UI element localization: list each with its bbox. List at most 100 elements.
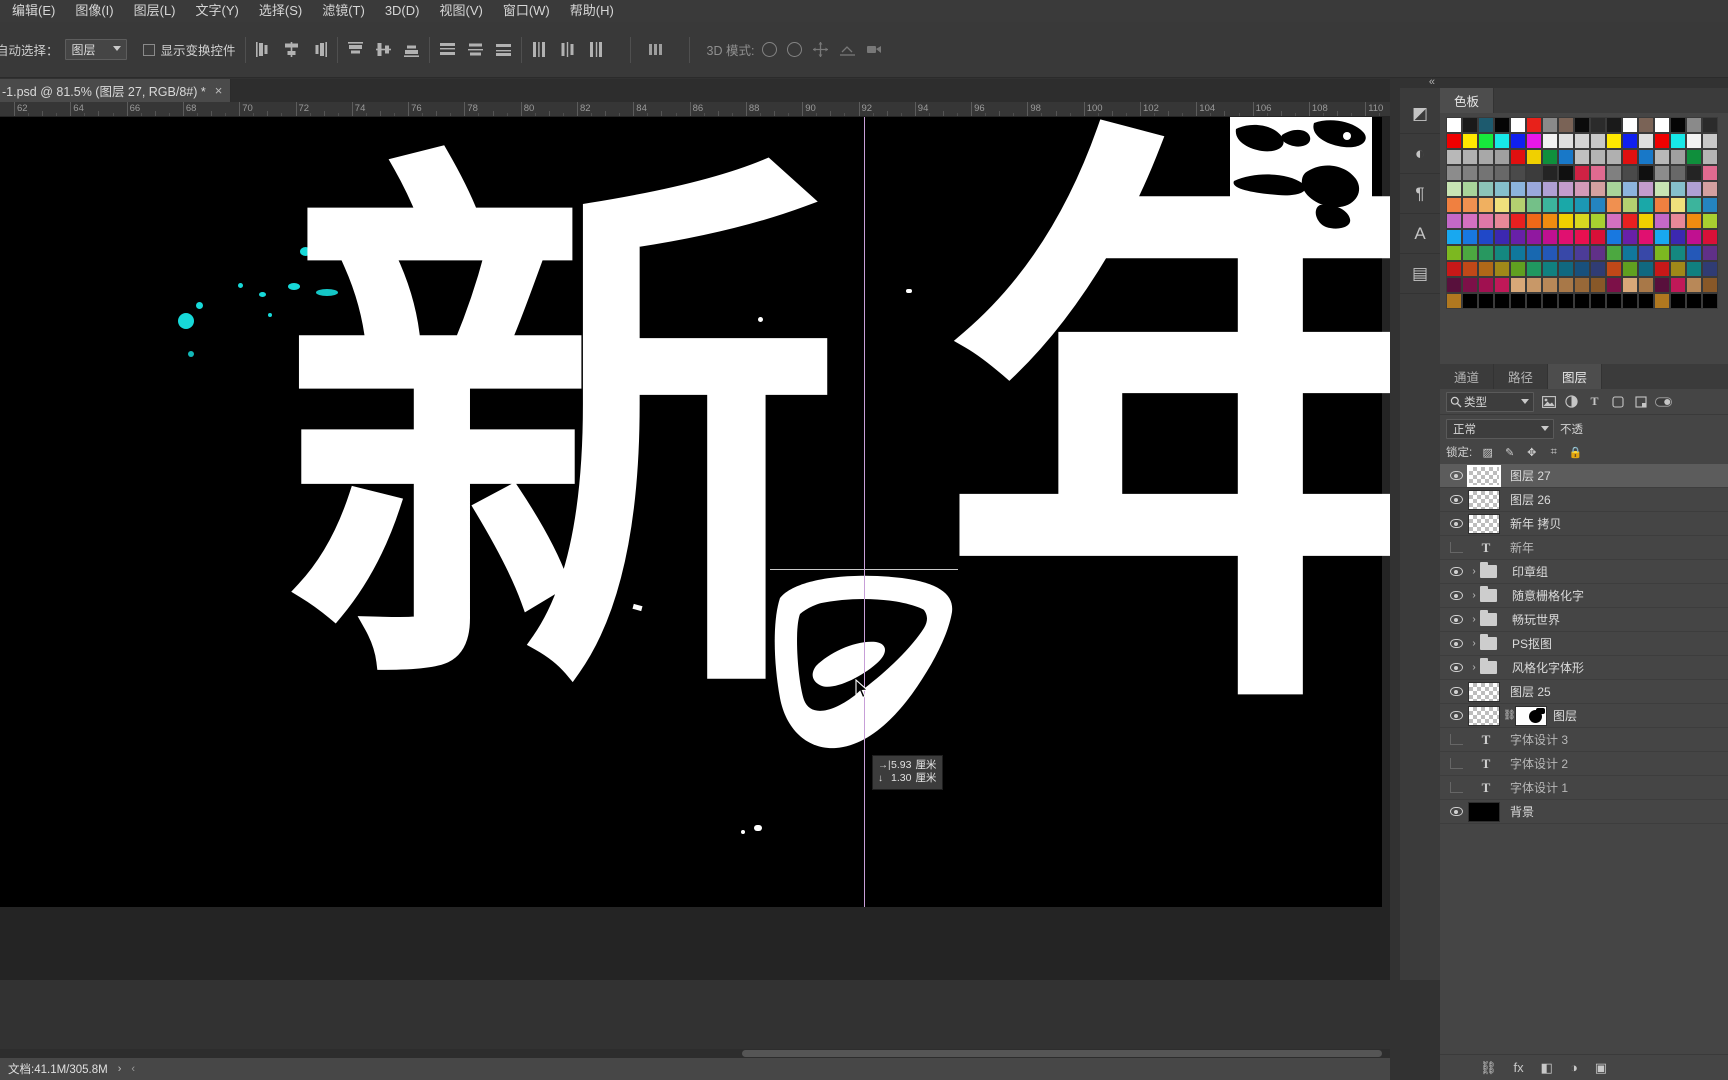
color-swatch[interactable] — [1622, 117, 1638, 133]
color-swatch[interactable] — [1638, 245, 1654, 261]
layer-row[interactable]: 图层 27 — [1440, 464, 1728, 488]
color-swatch[interactable] — [1654, 181, 1670, 197]
rail-icon-libraries[interactable]: ▤ — [1400, 254, 1440, 294]
lock-position-icon[interactable]: ✥ — [1525, 446, 1538, 459]
color-swatch[interactable] — [1510, 149, 1526, 165]
color-swatch[interactable] — [1606, 181, 1622, 197]
color-swatch[interactable] — [1478, 181, 1494, 197]
menu-help[interactable]: 帮助(H) — [560, 0, 624, 22]
layer-visibility-toggle[interactable] — [1444, 615, 1468, 624]
layer-row[interactable]: T 新年 — [1440, 536, 1728, 560]
color-swatch[interactable] — [1558, 181, 1574, 197]
color-swatch[interactable] — [1462, 165, 1478, 181]
layer-visibility-toggle[interactable] — [1444, 687, 1468, 696]
color-swatch[interactable] — [1478, 149, 1494, 165]
color-swatch[interactable] — [1590, 213, 1606, 229]
color-swatch[interactable] — [1638, 277, 1654, 293]
filter-type-icon[interactable]: T — [1586, 394, 1603, 410]
color-swatch[interactable] — [1638, 165, 1654, 181]
layer-thumbnail[interactable] — [1468, 681, 1504, 702]
color-swatch[interactable] — [1606, 213, 1622, 229]
color-swatch[interactable] — [1670, 133, 1686, 149]
color-swatch[interactable] — [1606, 197, 1622, 213]
color-swatch[interactable] — [1622, 181, 1638, 197]
color-swatch[interactable] — [1526, 133, 1542, 149]
group-folder-thumbnail[interactable] — [1480, 586, 1506, 602]
color-swatch[interactable] — [1574, 165, 1590, 181]
layer-row[interactable]: › 随意栅格化字 — [1440, 584, 1728, 608]
group-folder-thumbnail[interactable] — [1480, 658, 1506, 674]
color-swatch[interactable] — [1606, 293, 1622, 309]
guide-vertical[interactable] — [864, 117, 865, 907]
color-swatch[interactable] — [1542, 181, 1558, 197]
layer-row[interactable]: › 印章组 — [1440, 560, 1728, 584]
color-swatch[interactable] — [1670, 197, 1686, 213]
color-swatch[interactable] — [1606, 133, 1622, 149]
add-mask-icon[interactable]: ◧ — [1541, 1060, 1553, 1076]
color-swatch[interactable] — [1462, 149, 1478, 165]
tab-swatches[interactable]: 色板 — [1440, 88, 1495, 113]
color-swatch[interactable] — [1606, 261, 1622, 277]
color-swatch[interactable] — [1622, 197, 1638, 213]
color-swatch[interactable] — [1526, 197, 1542, 213]
status-left-arrow[interactable]: ‹ — [131, 1063, 135, 1075]
color-swatch[interactable] — [1494, 165, 1510, 181]
color-swatch[interactable] — [1670, 181, 1686, 197]
color-swatch[interactable] — [1510, 197, 1526, 213]
filter-smart-object-icon[interactable] — [1632, 394, 1649, 410]
distribute-bottom-edges-icon[interactable] — [495, 41, 512, 58]
layer-mask-thumbnail[interactable] — [1515, 705, 1547, 726]
color-swatch[interactable] — [1462, 229, 1478, 245]
color-swatch[interactable] — [1558, 277, 1574, 293]
color-swatch[interactable] — [1686, 293, 1702, 309]
color-swatch[interactable] — [1670, 117, 1686, 133]
layer-row[interactable]: › 风格化字体形 — [1440, 656, 1728, 680]
menu-select[interactable]: 选择(S) — [249, 0, 312, 22]
color-swatch[interactable] — [1510, 245, 1526, 261]
color-swatch[interactable] — [1622, 229, 1638, 245]
new-group-icon[interactable]: ▣ — [1595, 1060, 1607, 1076]
layer-visibility-toggle[interactable] — [1444, 711, 1468, 720]
color-swatch[interactable] — [1558, 213, 1574, 229]
calligraphy-glyph-xin[interactable]: 新 — [282, 152, 842, 712]
color-swatch[interactable] — [1542, 165, 1558, 181]
color-swatch[interactable] — [1622, 293, 1638, 309]
color-swatch[interactable] — [1670, 245, 1686, 261]
color-swatch[interactable] — [1622, 245, 1638, 261]
color-swatch[interactable] — [1654, 261, 1670, 277]
color-swatch[interactable] — [1638, 213, 1654, 229]
color-swatch[interactable] — [1686, 133, 1702, 149]
color-swatch[interactable] — [1446, 117, 1462, 133]
menu-window[interactable]: 窗口(W) — [493, 0, 560, 22]
color-swatch[interactable] — [1558, 117, 1574, 133]
color-swatch[interactable] — [1462, 133, 1478, 149]
layer-visibility-toggle[interactable] — [1444, 471, 1468, 480]
color-swatch[interactable] — [1654, 213, 1670, 229]
color-swatch[interactable] — [1494, 181, 1510, 197]
color-swatch[interactable] — [1654, 197, 1670, 213]
color-swatch[interactable] — [1478, 229, 1494, 245]
group-folder-thumbnail[interactable] — [1480, 634, 1506, 650]
lock-artboard-icon[interactable]: ⌗ — [1547, 446, 1560, 459]
roll-3d-icon[interactable] — [787, 42, 803, 57]
filter-pixel-icon[interactable] — [1540, 394, 1557, 410]
layer-row[interactable]: › PS抠图 — [1440, 632, 1728, 656]
layer-row[interactable]: ⛓ 图层 — [1440, 704, 1728, 728]
color-swatch[interactable] — [1542, 117, 1558, 133]
layer-list[interactable]: 图层 27 图层 26 新年 拷贝 T 新年 › 印章组 › 随意栅格化字 › 畅玩世界 › PS抠图 ›… — [1440, 464, 1728, 824]
layer-row[interactable]: 图层 25 — [1440, 680, 1728, 704]
color-swatch[interactable] — [1462, 245, 1478, 261]
layer-visibility-toggle[interactable] — [1444, 734, 1468, 745]
color-swatch[interactable] — [1670, 277, 1686, 293]
color-swatch[interactable] — [1542, 277, 1558, 293]
color-swatch[interactable] — [1638, 293, 1654, 309]
color-swatch[interactable] — [1654, 293, 1670, 309]
color-swatch[interactable] — [1478, 213, 1494, 229]
layer-row[interactable]: T 字体设计 1 — [1440, 776, 1728, 800]
color-swatch[interactable] — [1558, 133, 1574, 149]
rotate-3d-icon[interactable] — [762, 42, 778, 57]
color-swatch[interactable] — [1526, 149, 1542, 165]
color-swatch[interactable] — [1478, 293, 1494, 309]
distribute-top-edges-icon[interactable] — [439, 41, 456, 58]
color-swatch[interactable] — [1510, 181, 1526, 197]
